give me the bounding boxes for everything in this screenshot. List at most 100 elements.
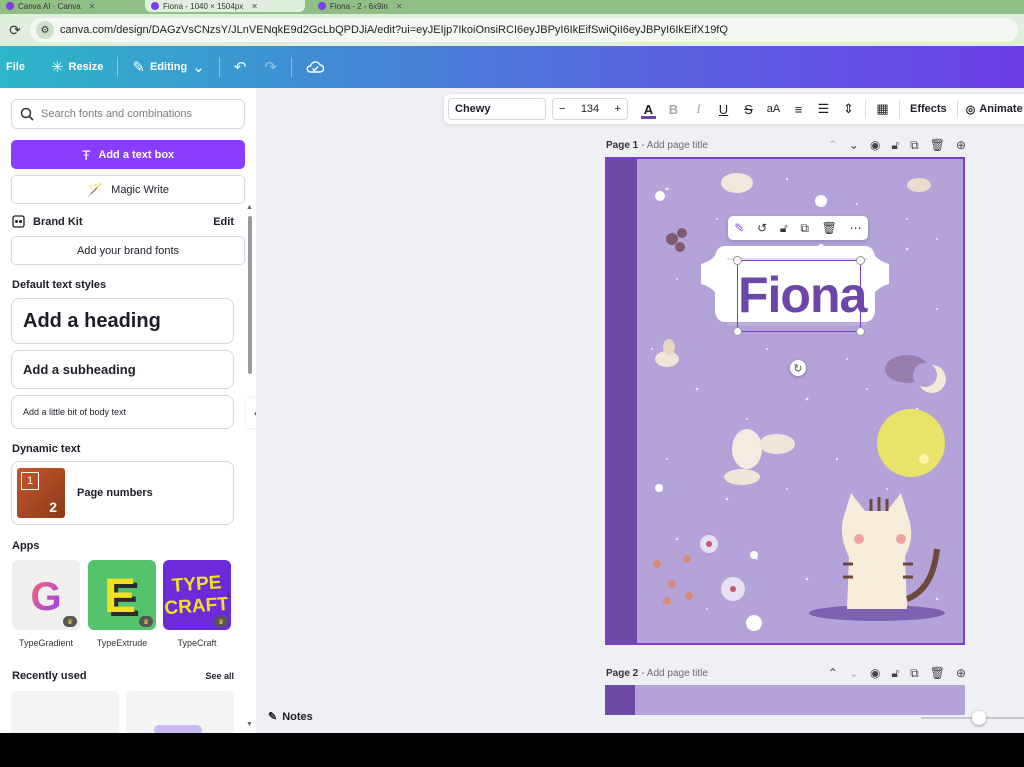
effects-button[interactable]: Effects [904, 103, 953, 115]
text-color-button[interactable]: A [636, 102, 661, 119]
move-up-icon[interactable]: ⌃ [828, 666, 838, 681]
close-tab-icon[interactable]: ✕ [251, 2, 258, 11]
add-subheading-button[interactable]: Add a subheading [11, 350, 234, 389]
more-options-icon[interactable]: ⋯ [850, 221, 862, 235]
app-typeextrude-tile[interactable]: E E ♛ [88, 560, 156, 630]
font-size-stepper[interactable]: − 134 + [552, 98, 628, 120]
file-menu-button[interactable]: File [0, 61, 31, 73]
move-down-icon[interactable]: ⌄ [849, 666, 859, 681]
divider [218, 57, 220, 77]
transparency-icon[interactable]: ▦ [870, 101, 895, 117]
url-text[interactable]: canva.com/design/DAGzVsCNzsY/JLnVENqkE9d… [60, 24, 728, 36]
page-2-canvas[interactable] [605, 685, 965, 715]
canva-favicon-icon [151, 2, 159, 10]
hide-page-icon[interactable]: ◉ [870, 666, 880, 681]
resize-handle[interactable] [856, 327, 865, 336]
svg-text:G: G [30, 575, 61, 619]
resize-handle[interactable] [733, 327, 742, 336]
add-page-title-field[interactable]: - Add page title [641, 668, 708, 679]
add-page-icon[interactable]: ⊕ [956, 138, 966, 153]
underline-icon[interactable]: U [711, 102, 736, 117]
add-page-title-field[interactable]: - Add page title [641, 140, 708, 151]
italic-icon[interactable]: I [686, 101, 711, 117]
search-input[interactable] [41, 108, 231, 120]
editing-mode-button[interactable]: ✎ Editing ⌄ [126, 58, 210, 76]
page-actions: ⌃ ⌄ ◉ 🔓︎ ⧉ 🗑︎ ⊕ [828, 138, 966, 153]
zoom-slider-handle[interactable] [972, 711, 986, 725]
align-center-icon[interactable]: ≡ [786, 102, 811, 117]
apps-next-chevron-icon[interactable]: › [226, 588, 230, 602]
add-text-box-button[interactable]: Ŧ Add a text box [11, 140, 245, 169]
recent-font-thumbnail[interactable] [11, 691, 119, 733]
resize-handle[interactable] [733, 256, 742, 265]
lock-icon[interactable]: 🔓︎ [891, 138, 899, 153]
save-status-button[interactable] [300, 60, 330, 74]
recent-font-thumbnail[interactable] [126, 691, 234, 733]
notes-button[interactable]: ✎ Notes [268, 710, 313, 724]
add-body-text-button[interactable]: Add a little bit of body text [11, 395, 234, 429]
trash-icon[interactable]: 🗑︎ [822, 221, 837, 235]
lock-icon[interactable]: 🔓︎ [891, 666, 899, 681]
trash-icon[interactable]: 🗑︎ [930, 138, 945, 153]
svg-text:E: E [104, 570, 136, 623]
close-tab-icon[interactable]: ✕ [89, 2, 96, 11]
app-typegradient-tile[interactable]: G ♛ [12, 560, 80, 630]
move-down-icon[interactable]: ⌄ [849, 138, 859, 153]
add-page-icon[interactable]: ⊕ [956, 666, 966, 681]
comment-icon[interactable]: ↺ [757, 221, 767, 235]
duplicate-icon[interactable]: ⧉ [800, 221, 809, 236]
redo-button[interactable]: ↷ [258, 58, 283, 76]
element-floating-toolbar: ✎ ↺ 🔓︎ ⧉ 🗑︎ ⋯ [728, 216, 868, 240]
site-info-icon[interactable]: ⚙ [36, 21, 54, 39]
app-typecraft-tile[interactable]: TYPE CRAFT ♛ [163, 560, 231, 630]
recently-used-heading: Recently used [12, 670, 87, 682]
cover-title-text[interactable]: Fiona [738, 265, 867, 325]
lock-icon[interactable]: 🔓︎ [780, 221, 788, 236]
url-field[interactable]: ⚙ canva.com/design/DAGzVsCNzsY/JLnVENqkE… [30, 18, 1018, 42]
browser-tab-active[interactable]: Fiona - 1040 × 1504px ✕ [145, 0, 305, 12]
animate-icon: ◎ [965, 103, 976, 116]
page-numbers-card[interactable]: 1 2 Page numbers [11, 461, 234, 525]
canva-favicon-icon [6, 2, 14, 10]
divider [865, 100, 866, 118]
animate-button[interactable]: ◎ Animate [962, 103, 1024, 116]
spacing-icon[interactable]: ⇕ [836, 101, 861, 117]
undo-button[interactable]: ↶ [228, 58, 253, 76]
add-heading-button[interactable]: Add a heading [11, 298, 234, 344]
editor-header: File ✳ Resize ✎ Editing ⌄ ↶ ↷ [0, 46, 1024, 88]
duplicate-icon[interactable]: ⧉ [910, 666, 919, 681]
scroll-up-icon[interactable]: ▲ [246, 204, 253, 211]
browser-tab[interactable]: Fiona - 2 - 6x9in ✕ [312, 0, 482, 12]
resize-button[interactable]: ✳ Resize [45, 58, 109, 76]
font-family-dropdown[interactable]: Chewy [448, 98, 546, 120]
trash-icon[interactable]: 🗑︎ [930, 666, 945, 681]
brand-kit-edit-link[interactable]: Edit [213, 216, 234, 228]
font-search[interactable] [11, 99, 245, 129]
scroll-down-icon[interactable]: ▼ [246, 721, 253, 728]
chevron-down-icon: ⌄ [192, 59, 205, 76]
move-up-icon[interactable]: ⌃ [828, 138, 838, 153]
strikethrough-icon[interactable]: S [736, 102, 761, 117]
divider [290, 57, 292, 77]
increase-size-button[interactable]: + [615, 103, 621, 115]
divider [117, 57, 119, 77]
font-size-value[interactable]: 134 [581, 103, 599, 115]
magic-write-button[interactable]: 🪄 Magic Write [11, 175, 245, 204]
decrease-size-button[interactable]: − [559, 103, 565, 115]
hide-page-icon[interactable]: ◉ [870, 138, 880, 153]
text-selection-box[interactable]: Fiona [733, 256, 867, 336]
see-all-link[interactable]: See all [205, 671, 234, 681]
close-tab-icon[interactable]: ✕ [396, 2, 403, 11]
letter-case-icon[interactable]: aA [761, 103, 786, 115]
add-brand-fonts-button[interactable]: Add your brand fonts [11, 236, 245, 265]
magic-edit-icon[interactable]: ✎ [734, 221, 744, 235]
browser-tab[interactable]: Canva AI · Canva ✕ [0, 0, 140, 12]
reload-icon[interactable]: ⟳ [0, 22, 30, 39]
rotate-handle-icon[interactable]: ↻ [790, 360, 806, 376]
duplicate-icon[interactable]: ⧉ [910, 138, 919, 153]
panel-scrollbar[interactable] [248, 216, 252, 374]
list-icon[interactable]: ☰ [811, 101, 836, 117]
bold-icon[interactable]: B [661, 102, 686, 117]
screen: Canva AI · Canva ✕ Fiona - 1040 × 1504px… [0, 0, 1024, 767]
resize-handle[interactable] [856, 256, 865, 265]
